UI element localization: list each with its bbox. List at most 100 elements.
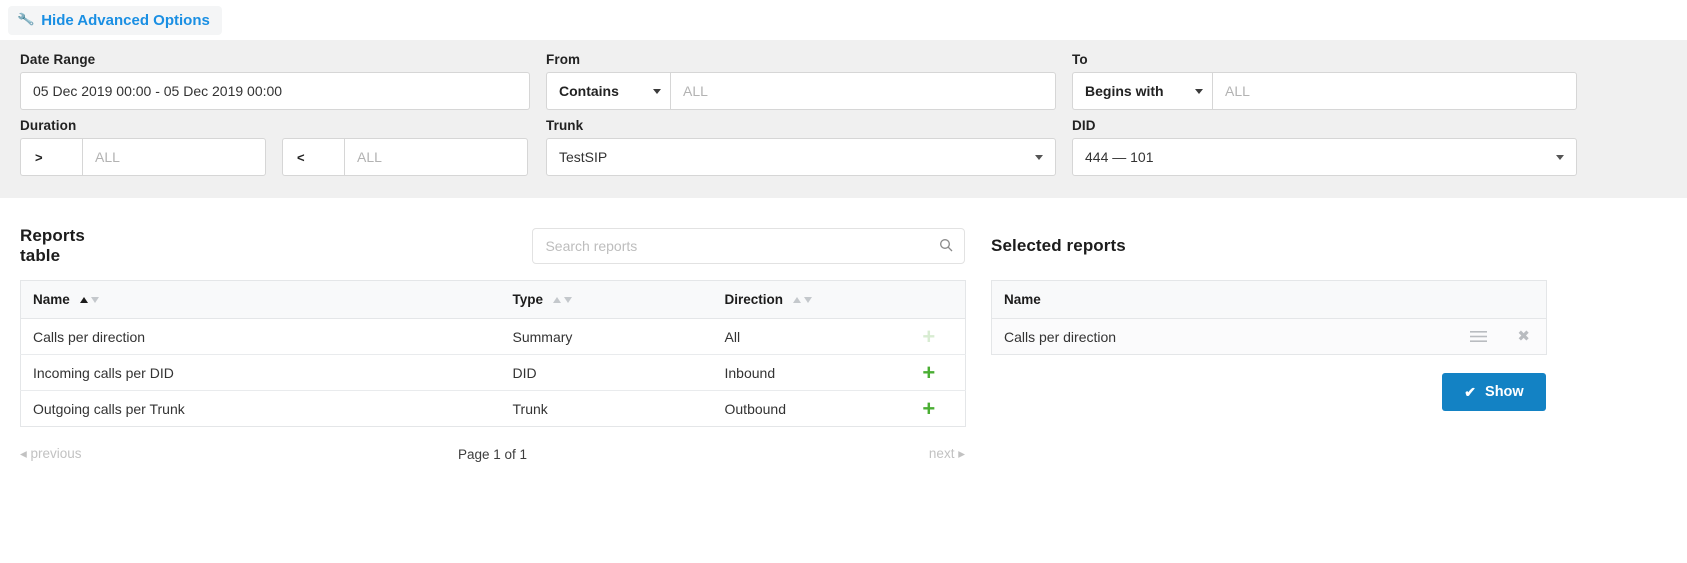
- reports-content: Reports table Name: [0, 198, 1687, 467]
- cell-report-name: Incoming calls per DID: [20, 354, 501, 391]
- trunk-label: Trunk: [546, 118, 584, 133]
- trunk-field: Trunk TestSIP: [546, 118, 1056, 176]
- did-select[interactable]: 444 — 101: [1072, 138, 1577, 176]
- cell-report-direction: Inbound: [712, 354, 893, 391]
- chevron-down-icon: [1556, 154, 1564, 160]
- from-control-group: Contains ALL: [546, 72, 1056, 110]
- column-header-name-label: Name: [33, 292, 70, 307]
- reports-table-header-row: Name Type Direction: [20, 280, 966, 319]
- sort-descending-icon[interactable]: [563, 297, 572, 304]
- date-range-label: Date Range: [20, 52, 96, 67]
- selected-reports-header: Selected reports: [991, 224, 1546, 268]
- sort-controls-name[interactable]: [79, 297, 99, 304]
- column-header-type-label: Type: [512, 292, 544, 307]
- plus-icon[interactable]: +: [922, 397, 935, 420]
- sort-descending-icon[interactable]: [90, 297, 99, 304]
- row-tools: ✖: [1384, 329, 1535, 344]
- sort-descending-icon[interactable]: [803, 297, 812, 304]
- duration-min-operator[interactable]: >: [20, 138, 82, 176]
- page-indicator: Page 1 of 1: [457, 446, 528, 462]
- chevron-down-icon: [1195, 88, 1203, 94]
- cell-report-direction: Outbound: [724, 400, 787, 417]
- reports-table-header: Reports table: [20, 224, 965, 268]
- to-operator-select[interactable]: Begins with: [1072, 72, 1212, 110]
- duration-max-group: < ALL: [282, 138, 528, 176]
- sort-ascending-icon[interactable]: [79, 297, 88, 304]
- cell-selected-row-tools: ✖: [1371, 318, 1547, 355]
- trunk-value: TestSIP: [559, 149, 608, 165]
- toggle-advanced-options-label: Hide Advanced Options: [41, 11, 210, 29]
- duration-min-group: > ALL: [20, 138, 266, 176]
- duration-control-group: > ALL < ALL: [20, 138, 530, 176]
- did-label: DID: [1072, 118, 1096, 133]
- cell-add-report: +: [892, 354, 966, 391]
- filters-row-1: Date Range 05 Dec 2019 00:00 - 05 Dec 20…: [20, 52, 1667, 110]
- column-header-selected-name: Name: [991, 280, 1547, 319]
- reports-table-title: Reports table: [20, 226, 85, 265]
- duration-min-input[interactable]: ALL: [82, 138, 266, 176]
- show-button[interactable]: ✔ Show: [1442, 373, 1546, 411]
- duration-field: Duration > ALL < ALL: [20, 118, 530, 176]
- table-row[interactable]: Calls per direction Summary All +: [20, 318, 966, 355]
- to-value-input[interactable]: ALL: [1212, 72, 1577, 110]
- check-icon: ✔: [1464, 383, 1477, 400]
- plus-icon: +: [922, 323, 936, 349]
- pagination: ◂ previous Page 1 of 1 next ▸: [20, 427, 965, 467]
- search-reports-input[interactable]: [532, 228, 965, 264]
- previous-page-button[interactable]: ◂ previous: [20, 446, 332, 462]
- close-icon[interactable]: ✖: [1517, 329, 1530, 344]
- from-label: From: [546, 52, 581, 67]
- sort-controls-direction[interactable]: [792, 297, 812, 304]
- from-field: From Contains ALL: [546, 52, 1056, 110]
- did-value: 444 — 101: [1085, 149, 1154, 165]
- list-item[interactable]: Calls per direction ✖: [991, 318, 1547, 355]
- duration-label: Duration: [20, 118, 77, 133]
- date-range-value: 05 Dec 2019 00:00 - 05 Dec 2019 00:00: [33, 83, 283, 99]
- sort-controls-type[interactable]: [552, 297, 572, 304]
- next-page-label: next: [928, 446, 955, 461]
- selected-reports-table: Name Calls per direction ✖: [991, 280, 1547, 355]
- cell-add-report: +: [892, 318, 966, 355]
- table-row[interactable]: Outgoing calls per Trunk Trunk Outbound …: [21, 391, 966, 427]
- wrench-icon: 🔧: [16, 10, 36, 29]
- duration-max-placeholder: ALL: [357, 149, 382, 165]
- column-header-type[interactable]: Type: [500, 280, 713, 319]
- cell-report-type: DID: [500, 354, 713, 391]
- plus-icon[interactable]: +: [922, 361, 935, 384]
- filters-row-2: Duration > ALL < ALL Trunk TestSIP DID 4…: [20, 118, 1667, 176]
- column-header-name[interactable]: Name: [20, 280, 501, 319]
- to-field: To Begins with ALL: [1072, 52, 1577, 110]
- reports-table-pane: Reports table Name: [20, 224, 966, 467]
- cell-report-direction: All: [712, 318, 893, 355]
- duration-max-input[interactable]: ALL: [344, 138, 528, 176]
- date-range-field: Date Range 05 Dec 2019 00:00 - 05 Dec 20…: [20, 52, 530, 110]
- reports-table: Name Type Direction Calls per direction …: [20, 280, 966, 427]
- column-header-direction[interactable]: Direction: [712, 280, 966, 319]
- sort-ascending-icon[interactable]: [792, 297, 801, 304]
- selected-table-header-row: Name: [991, 280, 1547, 319]
- chevron-down-icon: [653, 88, 661, 94]
- search-icon: [940, 239, 953, 252]
- toggle-advanced-options-button[interactable]: 🔧 Hide Advanced Options: [8, 5, 222, 35]
- trunk-select[interactable]: TestSIP: [546, 138, 1056, 176]
- next-page-button[interactable]: next ▸: [653, 446, 965, 462]
- chevron-down-icon: [1035, 154, 1043, 160]
- date-range-input[interactable]: 05 Dec 2019 00:00 - 05 Dec 2019 00:00: [20, 72, 530, 110]
- to-label: To: [1072, 52, 1088, 67]
- advanced-options-bar: 🔧 Hide Advanced Options: [0, 0, 1687, 40]
- drag-handle-icon[interactable]: [1470, 330, 1488, 343]
- filters-panel: Date Range 05 Dec 2019 00:00 - 05 Dec 20…: [0, 40, 1687, 198]
- from-operator-select[interactable]: Contains: [546, 72, 670, 110]
- duration-max-operator[interactable]: <: [282, 138, 344, 176]
- show-button-label: Show: [1485, 384, 1524, 400]
- cell-selected-report-name: Calls per direction: [991, 318, 1372, 355]
- cell-report-name: Outgoing calls per Trunk: [33, 400, 185, 417]
- column-header-direction-label: Direction: [724, 292, 784, 307]
- selected-reports-title: Selected reports: [991, 236, 1126, 255]
- duration-min-placeholder: ALL: [95, 149, 120, 165]
- cell-add-report: +: [893, 391, 966, 427]
- sort-ascending-icon[interactable]: [552, 297, 561, 304]
- to-operator-value: Begins with: [1085, 83, 1164, 99]
- from-value-input[interactable]: ALL: [670, 72, 1056, 110]
- table-row[interactable]: Incoming calls per DID DID Inbound +: [20, 354, 966, 391]
